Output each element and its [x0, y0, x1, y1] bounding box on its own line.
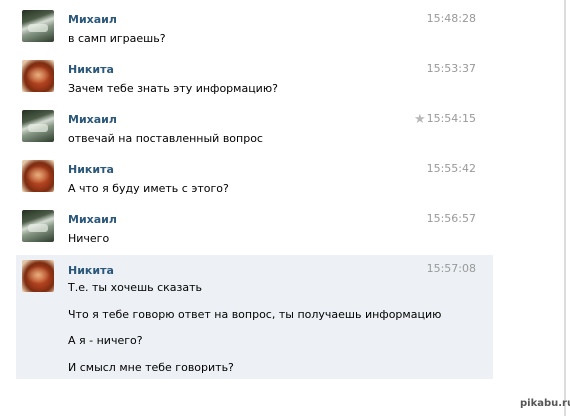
message-item-highlighted: Никита 15:57:08 Т.е. ты хочешь сказать Ч… — [16, 255, 493, 379]
sender-name[interactable]: Михаил — [68, 213, 117, 226]
message-text: А что я буду иметь с этого? — [68, 182, 229, 195]
avatar[interactable] — [22, 60, 54, 92]
avatar[interactable] — [22, 110, 54, 142]
avatar[interactable] — [22, 260, 54, 292]
sender-name[interactable]: Никита — [68, 63, 114, 76]
message-time[interactable]: 15:53:37 — [427, 62, 476, 75]
watermark: pikabu.ru — [520, 398, 570, 409]
sender-name[interactable]: Михаил — [68, 13, 117, 26]
message-text: в самп играешь? — [68, 32, 166, 45]
avatar[interactable] — [22, 10, 54, 42]
message-text: Зачем тебе знать эту информацию? — [68, 82, 278, 95]
avatar[interactable] — [22, 160, 54, 192]
sender-name[interactable]: Никита — [68, 163, 114, 176]
message-text: Т.е. ты хочешь сказать — [68, 281, 203, 294]
message-time[interactable]: 15:48:28 — [427, 12, 476, 25]
message-text: Что я тебе говорю ответ на вопрос, ты по… — [68, 308, 442, 321]
message-time[interactable]: 15:57:08 — [427, 262, 476, 275]
message-time[interactable]: 15:56:57 — [427, 212, 476, 225]
sender-name[interactable]: Михаил — [68, 113, 117, 126]
message-item: Михаил 15:56:57 Ничего — [16, 204, 493, 254]
message-time[interactable]: 15:55:42 — [427, 162, 476, 175]
message-text: А я - ничего? — [68, 334, 143, 347]
scrollbar[interactable] — [564, 0, 566, 416]
message-item: Никита 15:53:37 Зачем тебе знать эту инф… — [16, 54, 493, 104]
star-icon[interactable]: ★ — [414, 112, 426, 127]
message-item: Михаил ★ 15:54:15 отвечай на поставленны… — [16, 104, 493, 154]
message-text: И смысл мне тебе говорить? — [68, 361, 234, 374]
message-text: Ничего — [68, 232, 110, 245]
message-item: Михаил 15:48:28 в самп играешь? — [16, 4, 493, 54]
message-time[interactable]: 15:54:15 — [427, 112, 476, 125]
avatar[interactable] — [22, 210, 54, 242]
message-text: отвечай на поставленный вопрос — [68, 132, 263, 145]
sender-name[interactable]: Никита — [68, 264, 114, 277]
message-item: Никита 15:55:42 А что я буду иметь с это… — [16, 154, 493, 204]
